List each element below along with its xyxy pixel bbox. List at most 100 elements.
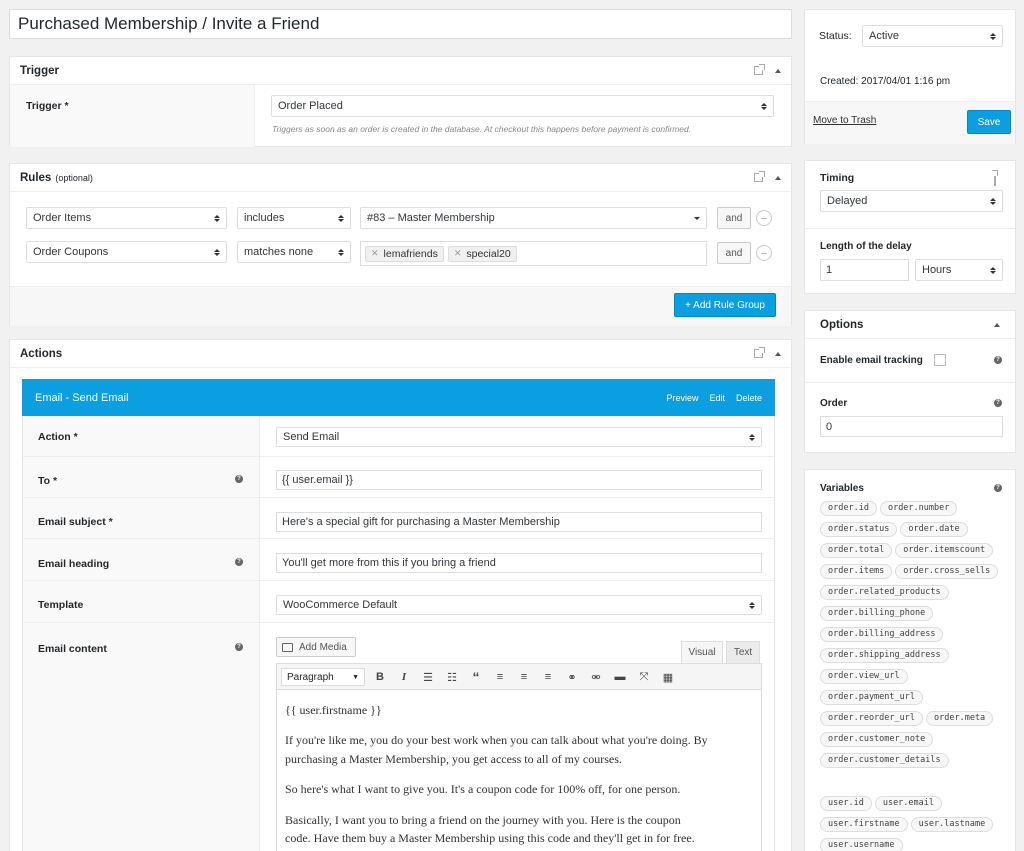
add-rule-group-button[interactable]: + Add Rule Group [674,293,776,317]
external-link-icon[interactable] [994,172,996,186]
email-heading-input[interactable]: You'll get more from this if you bring a… [276,553,762,573]
add-media-button[interactable]: Add Media [276,637,356,657]
action-select[interactable]: Send Email [276,427,762,447]
align-right-icon[interactable]: ≡ [539,667,557,687]
italic-icon[interactable]: I [395,667,413,687]
variable-chip[interactable]: user.email [874,796,943,811]
remove-tag-icon[interactable]: ✕ [371,248,379,259]
actions-header[interactable]: Actions [10,340,791,368]
variable-chip[interactable]: order.view_url [820,669,908,684]
help-icon[interactable]: ? [994,399,1002,407]
editor-line[interactable]: So here's what I want to give you. It's … [285,780,680,798]
variable-chip[interactable]: order.payment_url [820,690,923,705]
rule-compare-select[interactable]: includes [237,207,351,229]
link-icon[interactable]: ⚭ [563,667,581,687]
toolbar-toggle-icon[interactable]: ▦ [659,667,677,687]
rule-field-select[interactable]: Order Items [26,207,227,229]
move-to-trash-link[interactable]: Move to Trash [813,115,876,126]
variable-chip[interactable]: order.shipping_address [820,648,949,663]
collapse-arrow-icon[interactable] [775,175,781,180]
variable-chip[interactable]: order.items [820,564,893,579]
variable-chip[interactable]: order.id [820,501,877,516]
trigger-select[interactable]: Order Placed [271,95,774,117]
remove-rule-icon[interactable] [756,210,772,226]
status-select[interactable]: Active [862,25,1003,47]
editor-line[interactable]: If you're like me, you do your best work… [285,731,708,749]
coupon-tags-input[interactable]: ✕ lemafriends ✕ special20 [360,241,707,266]
variable-chip[interactable]: order.itemscount [895,543,994,558]
variable-chip[interactable]: order.customer_note [820,732,934,747]
variable-chip[interactable]: order.billing_phone [820,606,934,621]
remove-tag-icon[interactable]: ✕ [454,248,462,259]
editor-line[interactable]: purchasing a Master Membership, you get … [285,750,622,768]
media-icon [282,642,293,652]
workflow-title-input[interactable]: Purchased Membership / Invite a Friend [9,9,792,39]
editor-line[interactable]: Basically, I want you to bring a friend … [285,811,681,829]
order-input[interactable]: 0 [820,416,1003,437]
remove-rule-icon[interactable] [756,245,772,261]
bold-icon[interactable]: B [371,667,389,687]
rule-and-button[interactable]: and [717,242,751,264]
blockquote-icon[interactable]: “ [467,667,485,687]
collapse-arrow-icon[interactable] [994,322,1000,327]
collapse-arrow-icon[interactable] [775,68,781,73]
variable-chip[interactable]: order.billing_address [820,627,944,642]
variable-chip[interactable]: order.customer_details [820,753,949,768]
action-bar[interactable]: Email - Send Email Preview Edit Delete [22,379,775,416]
align-center-icon[interactable]: ≡ [515,667,533,687]
rule-compare-select[interactable]: matches none [237,241,351,263]
rules-header[interactable]: Rules (optional) [10,164,791,192]
coupon-tag[interactable]: ✕ special20 [447,245,517,262]
delay-length-input[interactable]: 1 [820,259,909,281]
format-select[interactable]: Paragraph ▼ [281,668,365,686]
template-select[interactable]: WooCommerce Default [276,595,762,615]
editor-line[interactable]: {{ user.firstname }} [285,701,382,719]
help-icon[interactable]: ? [994,484,1002,492]
help-icon[interactable]: ? [235,558,243,566]
collapse-arrow-icon[interactable] [775,351,781,356]
help-icon[interactable]: ? [235,643,243,651]
tab-text[interactable]: Text [726,641,760,663]
help-icon[interactable]: ? [235,475,243,483]
coupon-tag[interactable]: ✕ lemafriends [365,245,444,262]
trigger-header[interactable]: Trigger [10,57,791,85]
delay-unit-select[interactable]: Hours [915,259,1003,281]
timing-select[interactable]: Delayed [820,190,1003,212]
rule-field-select[interactable]: Order Coupons [26,241,227,263]
external-link-icon[interactable] [754,171,765,182]
external-link-icon[interactable] [754,347,765,358]
preview-link[interactable]: Preview [666,393,698,403]
variable-chip[interactable]: user.lastname [910,817,994,832]
bulleted-list-icon[interactable]: ☰ [419,667,437,687]
rule-value-select[interactable]: #83 – Master Membership [360,207,707,229]
rules-panel: Rules (optional) Order Items includes #83… [9,163,792,326]
options-header[interactable]: Options [805,311,1015,339]
read-more-icon[interactable]: ▬ [611,667,629,687]
variable-chip[interactable]: order.status [820,522,898,537]
variable-chip[interactable]: order.meta [926,711,994,726]
variable-chip[interactable]: order.cross_sells [895,564,999,579]
save-button[interactable]: Save [967,110,1011,134]
variable-chip[interactable]: user.firstname [820,817,908,832]
delete-link[interactable]: Delete [736,393,762,403]
variable-chip[interactable]: order.date [900,522,968,537]
unlink-icon[interactable]: ⚮ [587,667,605,687]
email-tracking-checkbox[interactable] [934,354,946,366]
numbered-list-icon[interactable]: ☷ [443,667,461,687]
help-icon[interactable]: ? [994,356,1002,364]
tab-visual[interactable]: Visual [681,641,723,663]
variable-chip[interactable]: user.id [820,796,872,811]
rule-and-button[interactable]: and [717,207,751,229]
variable-chip[interactable]: user.username [820,838,903,851]
variable-chip[interactable]: order.number [879,501,958,516]
fullscreen-icon[interactable]: ⤧ [635,667,653,687]
editor-line[interactable]: code. Have them buy a Master Membership … [285,829,695,847]
variable-chip[interactable]: order.related_products [820,585,949,600]
email-subject-input[interactable]: Here's a special gift for purchasing a M… [276,512,762,532]
edit-link[interactable]: Edit [709,393,725,403]
to-input[interactable]: {{ user.email }} [276,470,762,490]
align-left-icon[interactable]: ≡ [491,667,509,687]
variable-chip[interactable]: order.reorder_url [820,711,923,726]
external-link-icon[interactable] [754,64,765,75]
variable-chip[interactable]: order.total [820,543,893,558]
